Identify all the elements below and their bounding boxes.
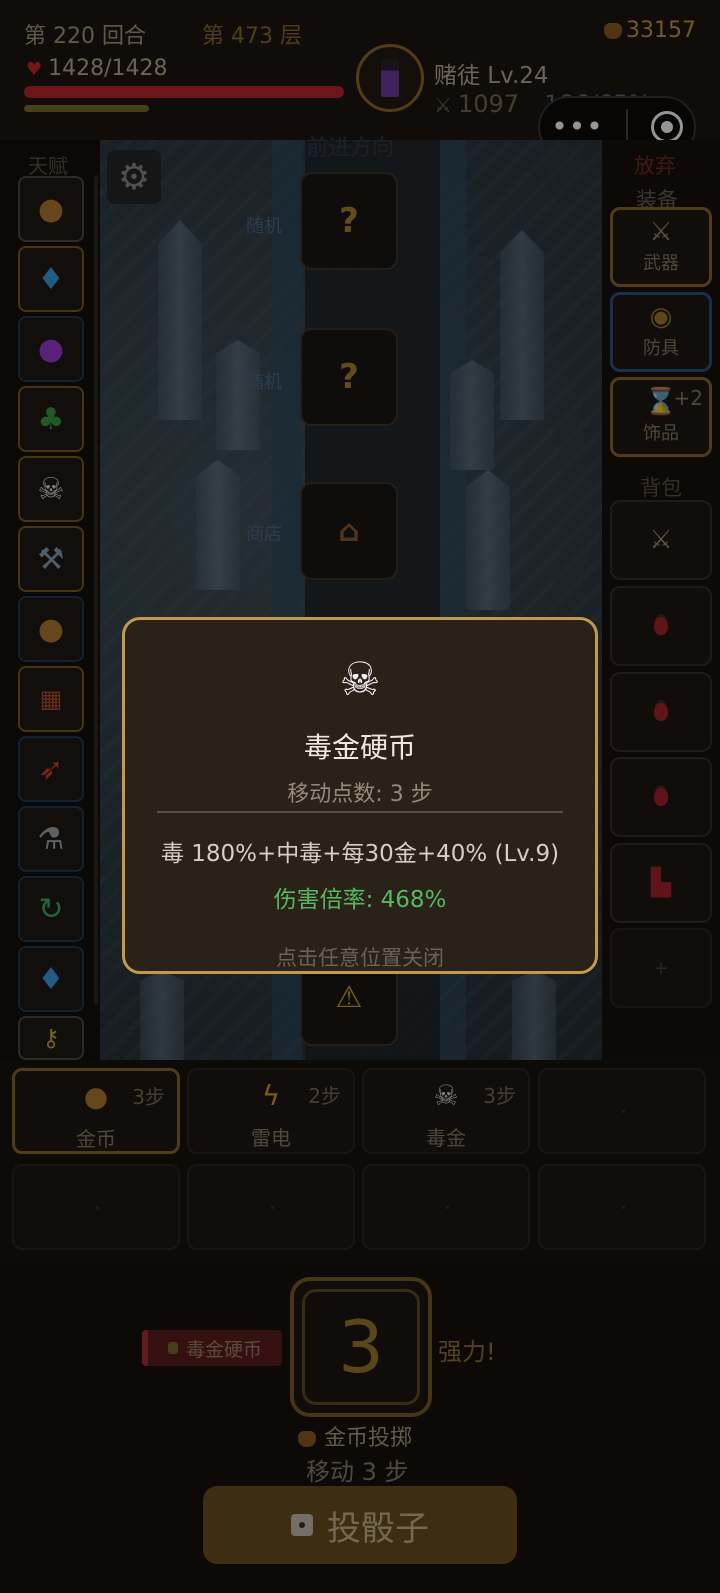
modal-divider: [157, 811, 563, 813]
damage-rate: 伤害倍率: 468%: [273, 887, 447, 913]
skull-crossbones-icon: ☠: [339, 652, 381, 706]
modal-description: 毒 180%+中毒+每30金+40% (Lv.9): [160, 841, 560, 867]
modal-title: 毒金硬币: [303, 731, 416, 764]
close-hint[interactable]: 点击任意位置关闭: [125, 942, 595, 972]
talent-detail-modal[interactable]: ☠ 毒金硬币 移动点数: 3 步 毒 180%+中毒+每30金+40% (Lv.…: [122, 617, 598, 974]
modal-subtitle: 移动点数: 3 步: [287, 782, 433, 807]
